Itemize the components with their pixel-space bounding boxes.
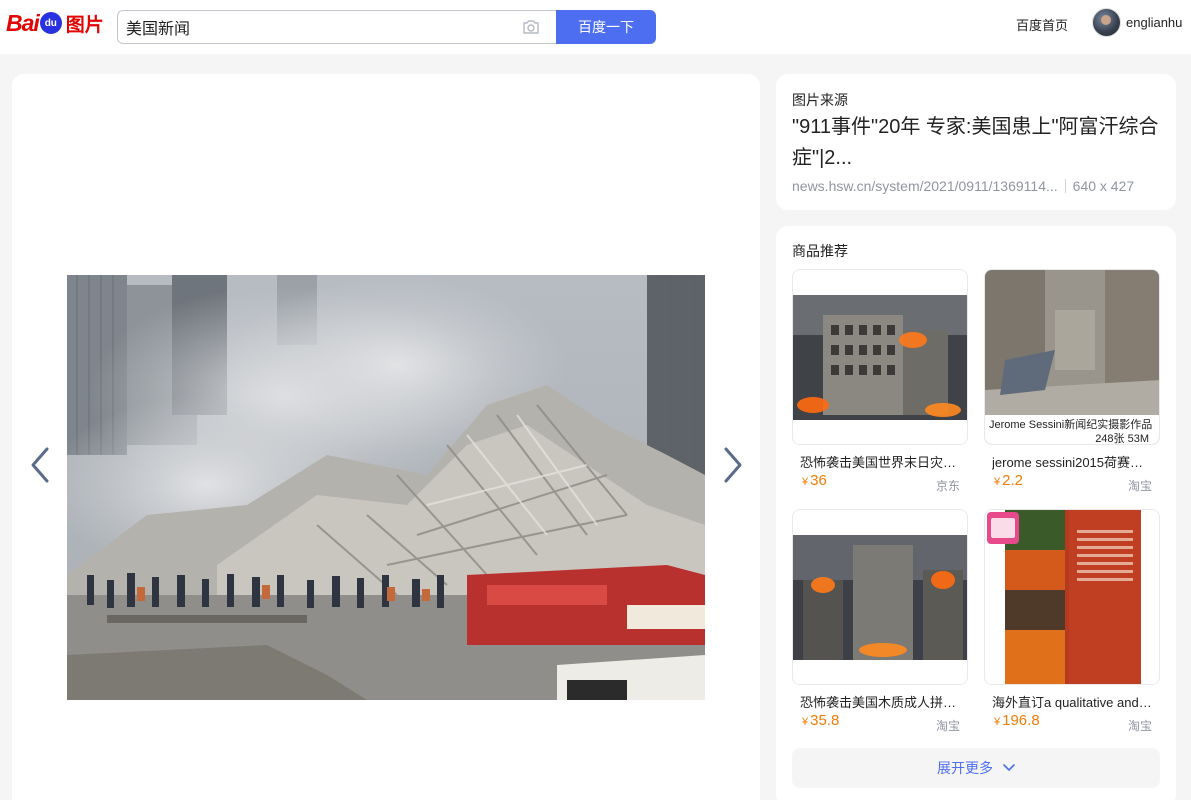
image-dimensions: 640 x 427 [1072,178,1135,194]
camera-icon[interactable] [522,19,540,35]
baidu-paw-icon: du [39,12,62,34]
source-meta: news.hsw.cn/system/2021/0911/1369114... … [792,178,1134,194]
product-shop: 淘宝 [935,719,960,733]
product-shop: 淘宝 [1127,719,1152,733]
chevron-down-icon [1003,764,1015,771]
product-shop: 淘宝 [1127,479,1152,493]
product-thumbnail[interactable]: Jerome Sessini新闻纪实摄影作品 248张 53M [984,269,1160,445]
product-thumbnail[interactable] [984,509,1160,685]
search-button[interactable]: 百度一下 [556,10,656,44]
product-recommendation-panel: 商品推荐 恐怖袭击美国世界末日灾难破坏火... ¥36 京东 [776,226,1176,800]
product-card[interactable]: 恐怖袭击美国木质成人拼图1000... ¥35.8 淘宝 [792,509,968,734]
product-thumbnail[interactable] [792,509,968,685]
product-name[interactable]: jerome sessini2015荷赛纪实... [992,452,1152,471]
product-name[interactable]: 海外直订a qualitative and qua... [992,692,1152,711]
product-card[interactable]: 海外直订a qualitative and qua... ¥196.8 淘宝 [984,509,1160,734]
product-card[interactable]: 恐怖袭击美国世界末日灾难破坏火... ¥36 京东 [792,269,968,494]
next-image-arrow-icon[interactable] [722,445,746,485]
search-box [117,10,557,44]
product-name[interactable]: 恐怖袭击美国世界末日灾难破坏火... [800,452,960,471]
source-url-link[interactable]: news.hsw.cn/system/2021/0911/1369114... [792,178,1058,194]
rubble-scene-image [67,275,705,700]
product-thumbnail[interactable] [792,269,968,445]
main-news-photo[interactable] [67,275,705,700]
user-avatar[interactable] [1092,8,1121,37]
product-price: ¥36 [802,472,827,489]
search-input[interactable] [126,16,506,38]
username[interactable]: englianhu [1126,15,1182,30]
product-card[interactable]: Jerome Sessini新闻纪实摄影作品 248张 53M jerome s… [984,269,1160,494]
product-price: ¥35.8 [802,712,840,729]
meta-divider [1064,179,1066,193]
product-name[interactable]: 恐怖袭击美国木质成人拼图1000... [800,692,960,711]
top-header: Bai du 图片 百度一下 百度首页 englianhu [0,0,1191,54]
expand-more-label: 展开更多 [937,760,993,776]
product-price: ¥2.2 [994,472,1023,489]
product-heading: 商品推荐 [792,243,848,259]
source-title-link[interactable]: "911事件"20年 专家:美国患上"阿富汗综合症"|2... [792,112,1164,174]
product-price: ¥196.8 [994,712,1040,729]
image-source-panel: 图片来源 "911事件"20年 专家:美国患上"阿富汗综合症"|2... new… [776,74,1176,210]
previous-image-arrow-icon[interactable] [27,445,51,485]
product-shop: 京东 [935,479,960,493]
source-label: 图片来源 [792,92,848,108]
thumbnail-caption: 248张 53M [1095,433,1149,445]
expand-more-button[interactable]: 展开更多 [792,748,1160,788]
baidu-home-link[interactable]: 百度首页 [1016,15,1068,34]
baidu-image-logo[interactable]: Bai du 图片 [6,6,108,40]
